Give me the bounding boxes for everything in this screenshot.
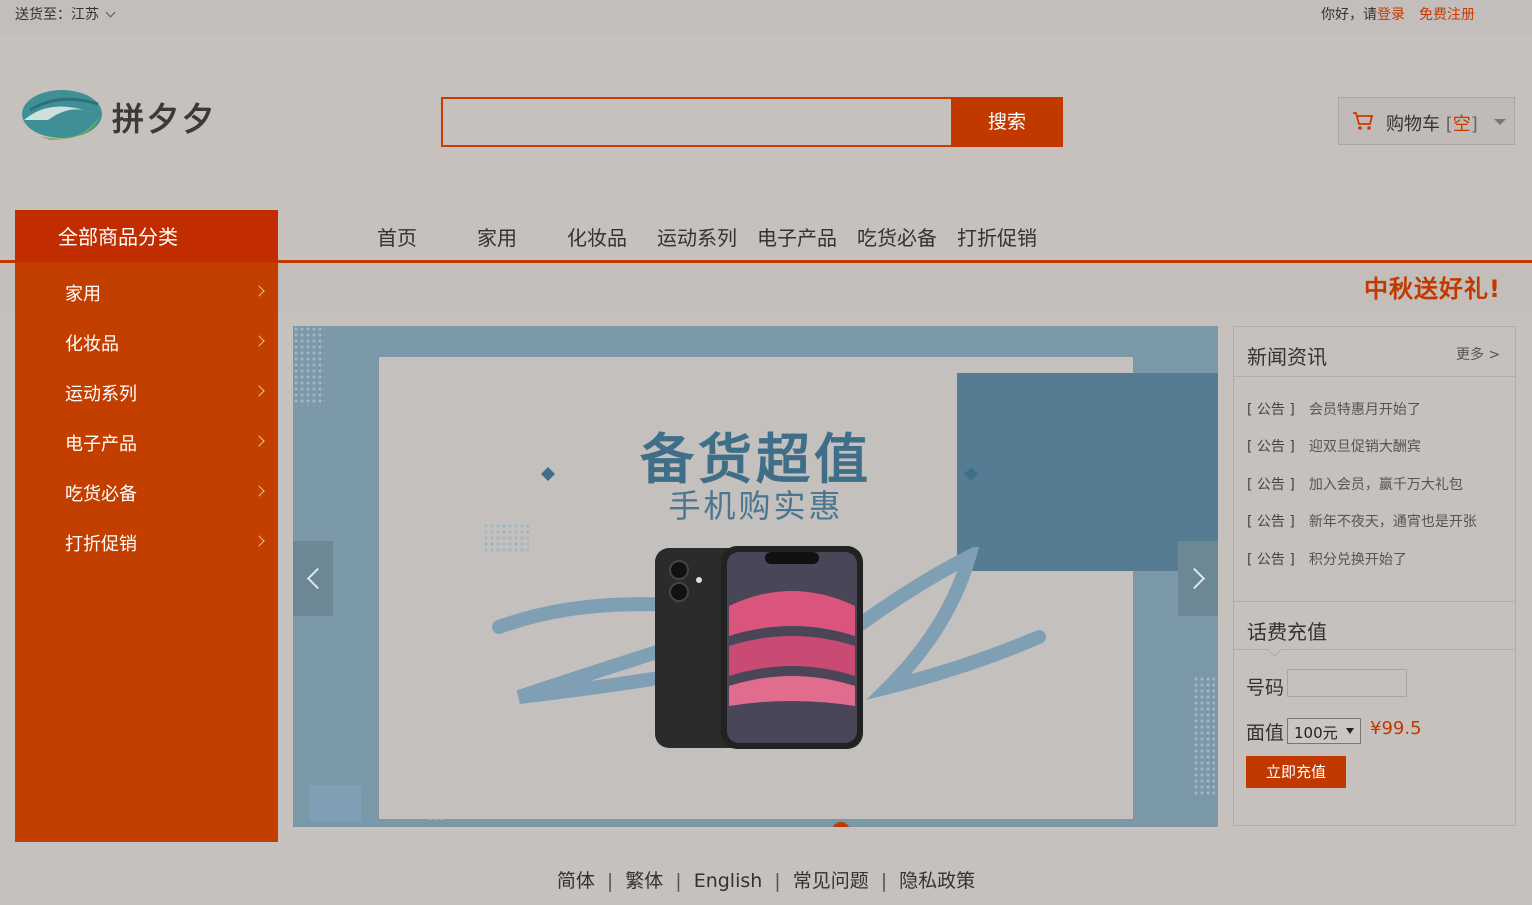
recharge-price: ¥99.5 <box>1370 718 1422 739</box>
greeting-text: 你好，请 <box>1321 7 1377 23</box>
caret-down-icon <box>1494 119 1506 125</box>
news-item[interactable]: [ 公告 ] 积分兑换开始了 <box>1247 549 1407 569</box>
chevron-left-icon <box>306 567 329 590</box>
news-heading: 新闻资讯 <box>1247 345 1327 369</box>
nav-electronics[interactable]: 电子产品 <box>757 222 837 251</box>
cart-label: 购物车 [空] <box>1386 110 1478 136</box>
footer-faq[interactable]: 常见问题 <box>793 870 869 892</box>
category-electronics[interactable]: 电子产品 <box>65 430 137 456</box>
cart-icon <box>1353 112 1374 130</box>
category-sports[interactable]: 运动系列 <box>65 380 137 406</box>
news-more-link[interactable]: 更多 > <box>1456 344 1500 364</box>
footer-separator: | <box>675 870 682 892</box>
news-text: 会员特惠月开始了 <box>1308 402 1421 418</box>
cart-close-bracket: ] <box>1470 114 1478 135</box>
news-tag: [ 公告 ] <box>1247 477 1295 493</box>
register-link[interactable]: 免费注册 <box>1419 7 1475 23</box>
amount-selected: 100元 <box>1294 724 1338 742</box>
nav-household[interactable]: 家用 <box>477 222 517 251</box>
amount-label: 面值 <box>1246 722 1285 744</box>
chevron-right-icon <box>253 535 265 547</box>
nav-snacks[interactable]: 吃货必备 <box>857 222 937 251</box>
category-menu: 家用 化妆品 运动系列 电子产品 吃货必备 打折促销 <box>15 263 278 842</box>
search-bar: 搜索 <box>441 97 1063 147</box>
search-input[interactable] <box>441 97 971 147</box>
nav-home[interactable]: 首页 <box>377 222 417 251</box>
news-text: 积分兑换开始了 <box>1308 552 1407 568</box>
chevron-right-icon <box>253 335 265 347</box>
decor-dots <box>293 326 325 406</box>
banner-carousel[interactable]: 备货超值 手机购实惠 <box>293 326 1218 827</box>
news-tag: [ 公告 ] <box>1247 514 1295 530</box>
chevron-down-icon <box>105 7 116 18</box>
nav-cosmetics[interactable]: 化妆品 <box>567 222 627 251</box>
recharge-button[interactable]: 立即充值 <box>1246 756 1346 788</box>
category-snacks[interactable]: 吃货必备 <box>65 480 137 506</box>
footer-privacy[interactable]: 隐私政策 <box>899 870 975 892</box>
logo-text: 拼夕夕 <box>112 100 218 138</box>
site-logo[interactable]: 拼夕夕 <box>20 86 260 146</box>
tab-notch <box>1268 644 1281 657</box>
footer-separator: | <box>606 870 614 892</box>
category-cosmetics[interactable]: 化妆品 <box>65 330 119 356</box>
banner-subtitle: 手机购实惠 <box>668 487 844 525</box>
footer-separator: | <box>880 870 888 892</box>
news-text: 新年不夜天，通宵也是开张 <box>1308 514 1477 530</box>
phone-product-image <box>655 546 863 749</box>
news-text: 加入会员，赢千万大礼包 <box>1308 477 1463 493</box>
cart-button[interactable]: 购物车 [空] <box>1338 97 1515 145</box>
news-item[interactable]: [ 公告 ] 新年不夜天，通宵也是开张 <box>1247 511 1477 531</box>
logo-emblem-icon <box>22 90 102 140</box>
caret-down-icon <box>1346 728 1354 734</box>
cart-text: 购物车 <box>1386 114 1440 135</box>
footer-separator: | <box>774 870 781 892</box>
cart-status: 空 <box>1452 114 1471 135</box>
user-greeting: 你好，请登录 免费注册 <box>1321 4 1475 24</box>
divider <box>1234 376 1515 377</box>
side-panel: 新闻资讯 更多 > [ 公告 ] 会员特惠月开始了 [ 公告 ] 迎双旦促销大酬宾 … <box>1233 326 1516 826</box>
news-tag: [ 公告 ] <box>1247 402 1295 418</box>
news-tag: [ 公告 ] <box>1247 439 1295 455</box>
chevron-right-icon <box>1183 567 1206 590</box>
search-button[interactable]: 搜索 <box>951 97 1063 147</box>
footer-english[interactable]: English <box>694 870 763 892</box>
news-item[interactable]: [ 公告 ] 会员特惠月开始了 <box>1247 399 1421 419</box>
decor-square <box>309 785 361 821</box>
login-link[interactable]: 登录 <box>1377 7 1405 23</box>
footer-links: 简体 | 繁体 | English | 常见问题 | 隐私政策 <box>0 866 1532 893</box>
promo-slogan[interactable]: 中秋送好礼! <box>1364 269 1501 304</box>
footer-traditional[interactable]: 繁体 <box>625 870 663 892</box>
carousel-prev-button[interactable] <box>293 541 333 616</box>
phone-number-label: 号码 <box>1246 677 1285 699</box>
cart-open-bracket: [ <box>1445 114 1453 135</box>
news-text: 迎双旦促销大酬宾 <box>1308 439 1421 455</box>
diamond-icon <box>541 467 555 481</box>
news-item[interactable]: [ 公告 ] 迎双旦促销大酬宾 <box>1247 436 1421 456</box>
divider <box>1234 601 1515 602</box>
amount-select[interactable]: 100元 <box>1287 718 1361 744</box>
banner-card: 备货超值 手机购实惠 <box>379 357 1218 827</box>
nav-discounts[interactable]: 打折促销 <box>957 222 1037 251</box>
news-tag: [ 公告 ] <box>1247 552 1295 568</box>
ship-to-selector[interactable]: 送货至：江苏 <box>15 4 116 24</box>
top-bar: 送货至：江苏 你好，请登录 免费注册 <box>0 0 1532 34</box>
recharge-heading: 话费充值 <box>1247 620 1327 644</box>
category-household[interactable]: 家用 <box>65 280 101 306</box>
carousel-indicator-dot[interactable] <box>832 822 850 827</box>
chevron-right-icon <box>253 485 265 497</box>
nav-sports[interactable]: 运动系列 <box>657 222 737 251</box>
diamond-icon <box>964 467 978 481</box>
all-categories-label: 全部商品分类 <box>58 225 178 249</box>
chevron-right-icon <box>253 285 265 297</box>
carousel-next-button[interactable] <box>1178 541 1218 616</box>
chevron-right-icon <box>253 435 265 447</box>
ship-to-label: 送货至：江苏 <box>15 7 99 23</box>
decor-dots <box>1193 676 1215 796</box>
all-categories-header[interactable]: 全部商品分类 <box>15 210 278 262</box>
news-item[interactable]: [ 公告 ] 加入会员，赢千万大礼包 <box>1247 474 1463 494</box>
footer-simplified[interactable]: 简体 <box>557 870 595 892</box>
category-discounts[interactable]: 打折促销 <box>65 530 137 556</box>
phone-number-input[interactable] <box>1287 669 1407 697</box>
chevron-right-icon <box>253 385 265 397</box>
